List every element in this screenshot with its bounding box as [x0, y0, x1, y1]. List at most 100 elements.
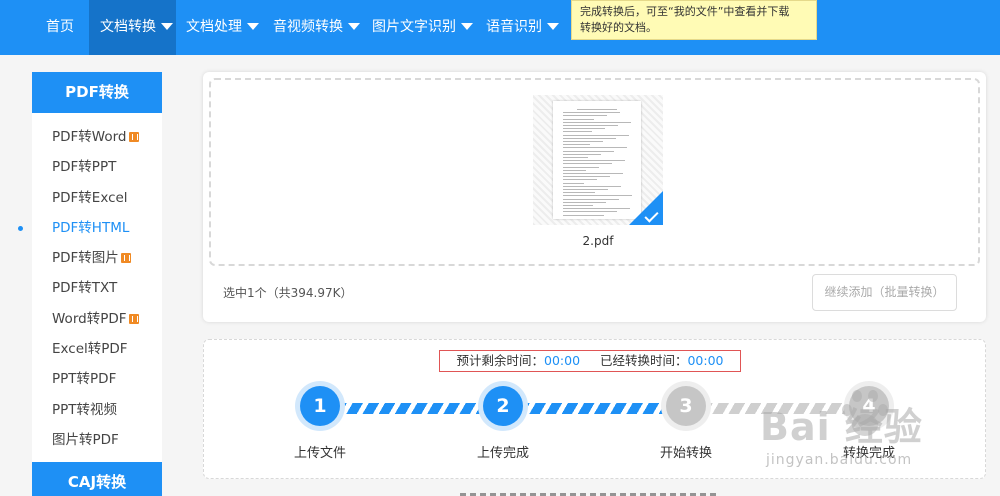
- thumbnail-text-line: [563, 195, 632, 197]
- progress-panel: 预计剩余时间：00:00 已经转换时间：00:00 1 2 3 4 上传文件 上…: [203, 339, 986, 479]
- sidebar-item-label: Word转PDF: [52, 310, 127, 327]
- sidebar-list: PDF转Word PDF转PPT PDF转Excel PDF转HTML PDF转图片 PD…: [18, 122, 162, 455]
- vip-badge-icon: [128, 313, 139, 324]
- thumbnail-text-line: [563, 147, 627, 149]
- progress-track-done: [524, 403, 669, 414]
- file-dropzone[interactable]: 2.pdf: [209, 78, 980, 266]
- nav-item-av-convert[interactable]: 音视频转换: [273, 0, 368, 55]
- thumbnail-text-line: [563, 144, 590, 146]
- thumbnail-text-line: [563, 173, 623, 174]
- thumbnail-text-line: [563, 208, 630, 210]
- sidebar-item[interactable]: PPT转PDF: [32, 364, 162, 394]
- thumbnail-text-line: [563, 169, 586, 171]
- step-1-circle: 1: [300, 386, 340, 426]
- step-3-circle: 3: [666, 386, 706, 426]
- thumbnail-text-line: [563, 176, 610, 178]
- thumbnail-text-line: [563, 157, 588, 158]
- sidebar-section-title[interactable]: CAJ转换: [32, 462, 162, 496]
- progress-track-done: [341, 403, 486, 414]
- nav-item-ocr[interactable]: 图片文字识别: [372, 0, 482, 55]
- step-4-circle: 4: [849, 386, 889, 426]
- step-1-label: 上传文件: [293, 446, 346, 461]
- remaining-time-value: 00:00: [544, 353, 581, 368]
- nav-item-label: 音视频转换: [273, 19, 343, 35]
- sidebar-item[interactable]: PDF转PPT: [32, 152, 162, 182]
- sidebar-item-label: Excel转PDF: [52, 341, 128, 358]
- chevron-down-icon: [247, 22, 259, 30]
- nav-item-doc-process[interactable]: 文档处理: [186, 0, 266, 55]
- chevron-down-icon: [161, 22, 173, 30]
- nav-item-speech[interactable]: 语音识别: [486, 0, 566, 55]
- sidebar-item[interactable]: Word转PDF: [32, 304, 162, 334]
- file-card[interactable]: [533, 95, 663, 225]
- sidebar-item-label: PDF转PPT: [52, 159, 117, 176]
- thumbnail-text-line: [563, 205, 593, 206]
- vip-badge-icon: [128, 132, 139, 142]
- remaining-time-label: 预计剩余时间：: [456, 353, 545, 368]
- thumbnail-text-line: [577, 109, 617, 110]
- thumbnail-text-line: [563, 141, 603, 142]
- step-4-label: 转换完成: [842, 446, 895, 461]
- step-2-label: 上传完成: [476, 446, 529, 461]
- sidebar: PDF转换 PDF转Word PDF转PPT PDF转Excel PDF转HTML PD…: [18, 72, 162, 496]
- thumbnail-text-line: [563, 115, 607, 117]
- nav-item-label: 语音识别: [486, 19, 542, 35]
- thumbnail-text-line: [563, 121, 631, 123]
- file-name: 2.pdf: [582, 234, 614, 248]
- thumbnail-text-line: [563, 128, 605, 130]
- sidebar-item[interactable]: PDF转HTML: [18, 213, 162, 243]
- sidebar-item-label: PPT转视频: [52, 401, 118, 418]
- nav-item-home[interactable]: 首页: [30, 0, 90, 55]
- file-thumbnail: [553, 101, 641, 219]
- sidebar-item-label: 图片转PDF: [52, 431, 119, 448]
- nav-item-label: 文档转换: [100, 19, 156, 35]
- thumbnail-text-line: [563, 134, 629, 136]
- elapsed-time-value: 00:00: [687, 353, 724, 368]
- top-navigation: 首页 文档转换 文档处理 音视频转换 图片文字识别 语音识别: [0, 0, 1000, 55]
- sidebar-item[interactable]: PDF转TXT: [32, 273, 162, 303]
- thumbnail-text-line: [563, 150, 614, 152]
- sidebar-item[interactable]: PDF转图片: [32, 243, 162, 273]
- thumbnail-text-line: [563, 211, 617, 213]
- thumbnail-text-line: [563, 166, 599, 168]
- thumbnail-text-line: [563, 125, 618, 126]
- nav-item-doc-convert[interactable]: 文档转换: [89, 0, 176, 55]
- thumbnail-text-line: [563, 118, 594, 120]
- selection-info: 选中1个（共394.97K）: [223, 286, 353, 300]
- sidebar-item-label: PDF转TXT: [52, 280, 118, 297]
- hint-tooltip: 完成转换后，可至“我的文件”中查看并下载 转换好的文档。: [571, 0, 817, 40]
- sidebar-item[interactable]: PDF转Excel: [32, 183, 162, 213]
- step-3-label: 开始转换: [659, 446, 712, 461]
- thumbnail-text-line: [563, 163, 612, 165]
- sidebar-item-label: PDF转HTML: [52, 219, 130, 236]
- thumbnail-text-line: [563, 192, 595, 194]
- sidebar-item-label: PDF转Excel: [52, 189, 128, 206]
- sidebar-item[interactable]: Excel转PDF: [32, 334, 162, 364]
- nav-item-label: 图片文字识别: [372, 19, 456, 35]
- add-more-button[interactable]: 继续添加（批量转换）: [812, 274, 957, 311]
- sidebar-item[interactable]: PPT转视频: [32, 395, 162, 425]
- chevron-down-icon: [547, 22, 559, 30]
- thumbnail-text-line: [563, 112, 620, 114]
- thumbnail-text-line: [563, 189, 608, 190]
- thumbnail-text-line: [563, 198, 619, 200]
- thumbnail-text-line: [563, 131, 592, 133]
- thumbnail-text-line: [563, 137, 616, 139]
- thumbnail-text-line: [563, 182, 584, 184]
- vip-badge-icon: [120, 253, 131, 264]
- thumbnail-text-line: [563, 160, 625, 162]
- tooltip-line: 转换好的文档。: [580, 21, 657, 34]
- progress-track-pending: [707, 403, 852, 414]
- sidebar-item-label: PDF转图片: [52, 250, 119, 267]
- thumbnail-text-line: [563, 153, 601, 155]
- thumbnail-text-line: [563, 185, 621, 187]
- sidebar-item-label: PDF转Word: [52, 129, 127, 145]
- sidebar-item[interactable]: 图片转PDF: [32, 425, 162, 455]
- sidebar-item[interactable]: PDF转Word: [32, 122, 162, 152]
- cut-off-heading: [460, 488, 720, 496]
- upload-panel: 2.pdf 选中1个（共394.97K） 继续添加（批量转换）: [203, 72, 986, 322]
- active-dot-icon: [18, 225, 23, 231]
- step-2-circle: 2: [483, 386, 523, 426]
- sidebar-item-label: PPT转PDF: [52, 371, 117, 388]
- thumbnail-text-line: [563, 179, 597, 181]
